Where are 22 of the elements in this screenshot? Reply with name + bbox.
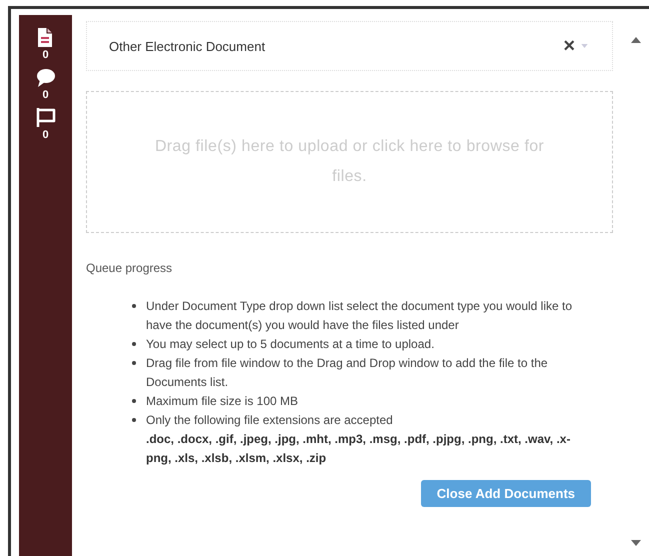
count-label: 0 bbox=[42, 129, 49, 141]
bullet-icon bbox=[132, 304, 136, 308]
bullet-icon bbox=[132, 361, 136, 365]
bullet-icon bbox=[132, 418, 136, 422]
document-type-select[interactable]: Other Electronic Document × bbox=[86, 21, 613, 71]
count-label: 0 bbox=[42, 49, 49, 61]
instruction-text: Maximum file size is 100 MB bbox=[146, 393, 298, 410]
select-value: Other Electronic Document bbox=[109, 38, 266, 54]
bullet-icon bbox=[132, 342, 136, 346]
instruction-text: Drag file from file window to the Drag and Drop window to add the file to the Documents list. bbox=[146, 355, 549, 391]
bullet-icon bbox=[132, 399, 136, 403]
instruction-text: Only the following file extensions are accepted bbox=[146, 412, 394, 429]
flag-icon[interactable] bbox=[36, 107, 56, 128]
instruction-text: You may select up to 5 documents at a time to upload. bbox=[146, 336, 434, 353]
scroll-down-icon[interactable] bbox=[631, 540, 641, 546]
clear-icon[interactable]: × bbox=[563, 36, 575, 56]
instruction-text: Under Document Type drop down list select the document type you would like to have the document(s) you would have the files listed under bbox=[146, 298, 574, 334]
queue-label: Queue progress bbox=[86, 261, 174, 275]
scroll-up-icon[interactable] bbox=[631, 37, 641, 43]
file-extensions-text: .doc, .docx, .gif, .jpeg, .jpg, .mht, .mp3, .msg, .pdf, .pjpg, .png, .txt, .wav, .x-png, .xls, .xlsb, .xlsm, .xlsx, .zip bbox=[146, 431, 572, 467]
count-label: 0 bbox=[42, 89, 49, 101]
speech-bubble-icon[interactable] bbox=[36, 67, 56, 88]
